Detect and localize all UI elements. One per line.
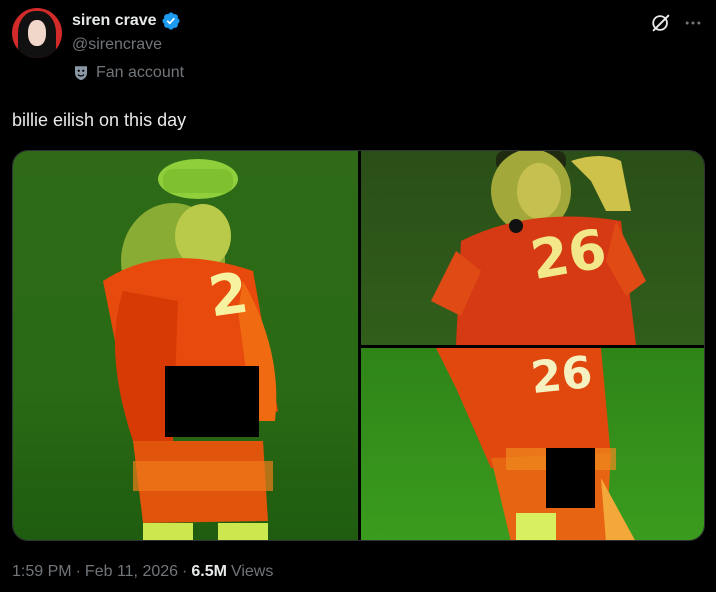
separator: · bbox=[75, 563, 81, 580]
affiliation-label: Fan account bbox=[72, 64, 184, 82]
more-icon[interactable] bbox=[683, 13, 703, 33]
photo-2[interactable]: 26 bbox=[361, 151, 704, 345]
name-row: siren crave bbox=[72, 10, 181, 32]
tweet-date[interactable]: Feb 11, 2026 bbox=[85, 563, 178, 581]
media-grid: 2 26 26 bbox=[12, 150, 705, 541]
avatar[interactable] bbox=[12, 8, 62, 58]
affiliation-text: Fan account bbox=[96, 64, 185, 81]
censor-box bbox=[165, 366, 259, 437]
grok-icon[interactable] bbox=[650, 12, 672, 34]
display-name[interactable]: siren crave bbox=[72, 12, 157, 30]
views-count: 6.5M bbox=[191, 563, 227, 580]
photo-3[interactable]: 26 bbox=[361, 348, 704, 540]
verified-badge-icon bbox=[161, 12, 180, 30]
tweet-time[interactable]: 1:59 PM bbox=[12, 563, 72, 581]
jersey-number: 26 bbox=[528, 348, 595, 405]
separator: · bbox=[182, 563, 188, 580]
fan-account-icon bbox=[75, 66, 87, 81]
tweet-meta: 1:59 PM · Feb 11, 2026 · 6.5M Views bbox=[12, 563, 273, 581]
tweet: siren crave @sirencrave Fan account bill… bbox=[0, 0, 716, 592]
handle[interactable]: @sirencrave bbox=[72, 36, 162, 54]
jersey-number: 26 bbox=[526, 216, 612, 293]
censor-box bbox=[546, 448, 595, 508]
photo-1-image bbox=[103, 159, 278, 540]
photo-1[interactable]: 2 bbox=[13, 151, 358, 540]
views-label: Views bbox=[230, 563, 274, 580]
tweet-text: billie eilish on this day bbox=[12, 110, 187, 130]
